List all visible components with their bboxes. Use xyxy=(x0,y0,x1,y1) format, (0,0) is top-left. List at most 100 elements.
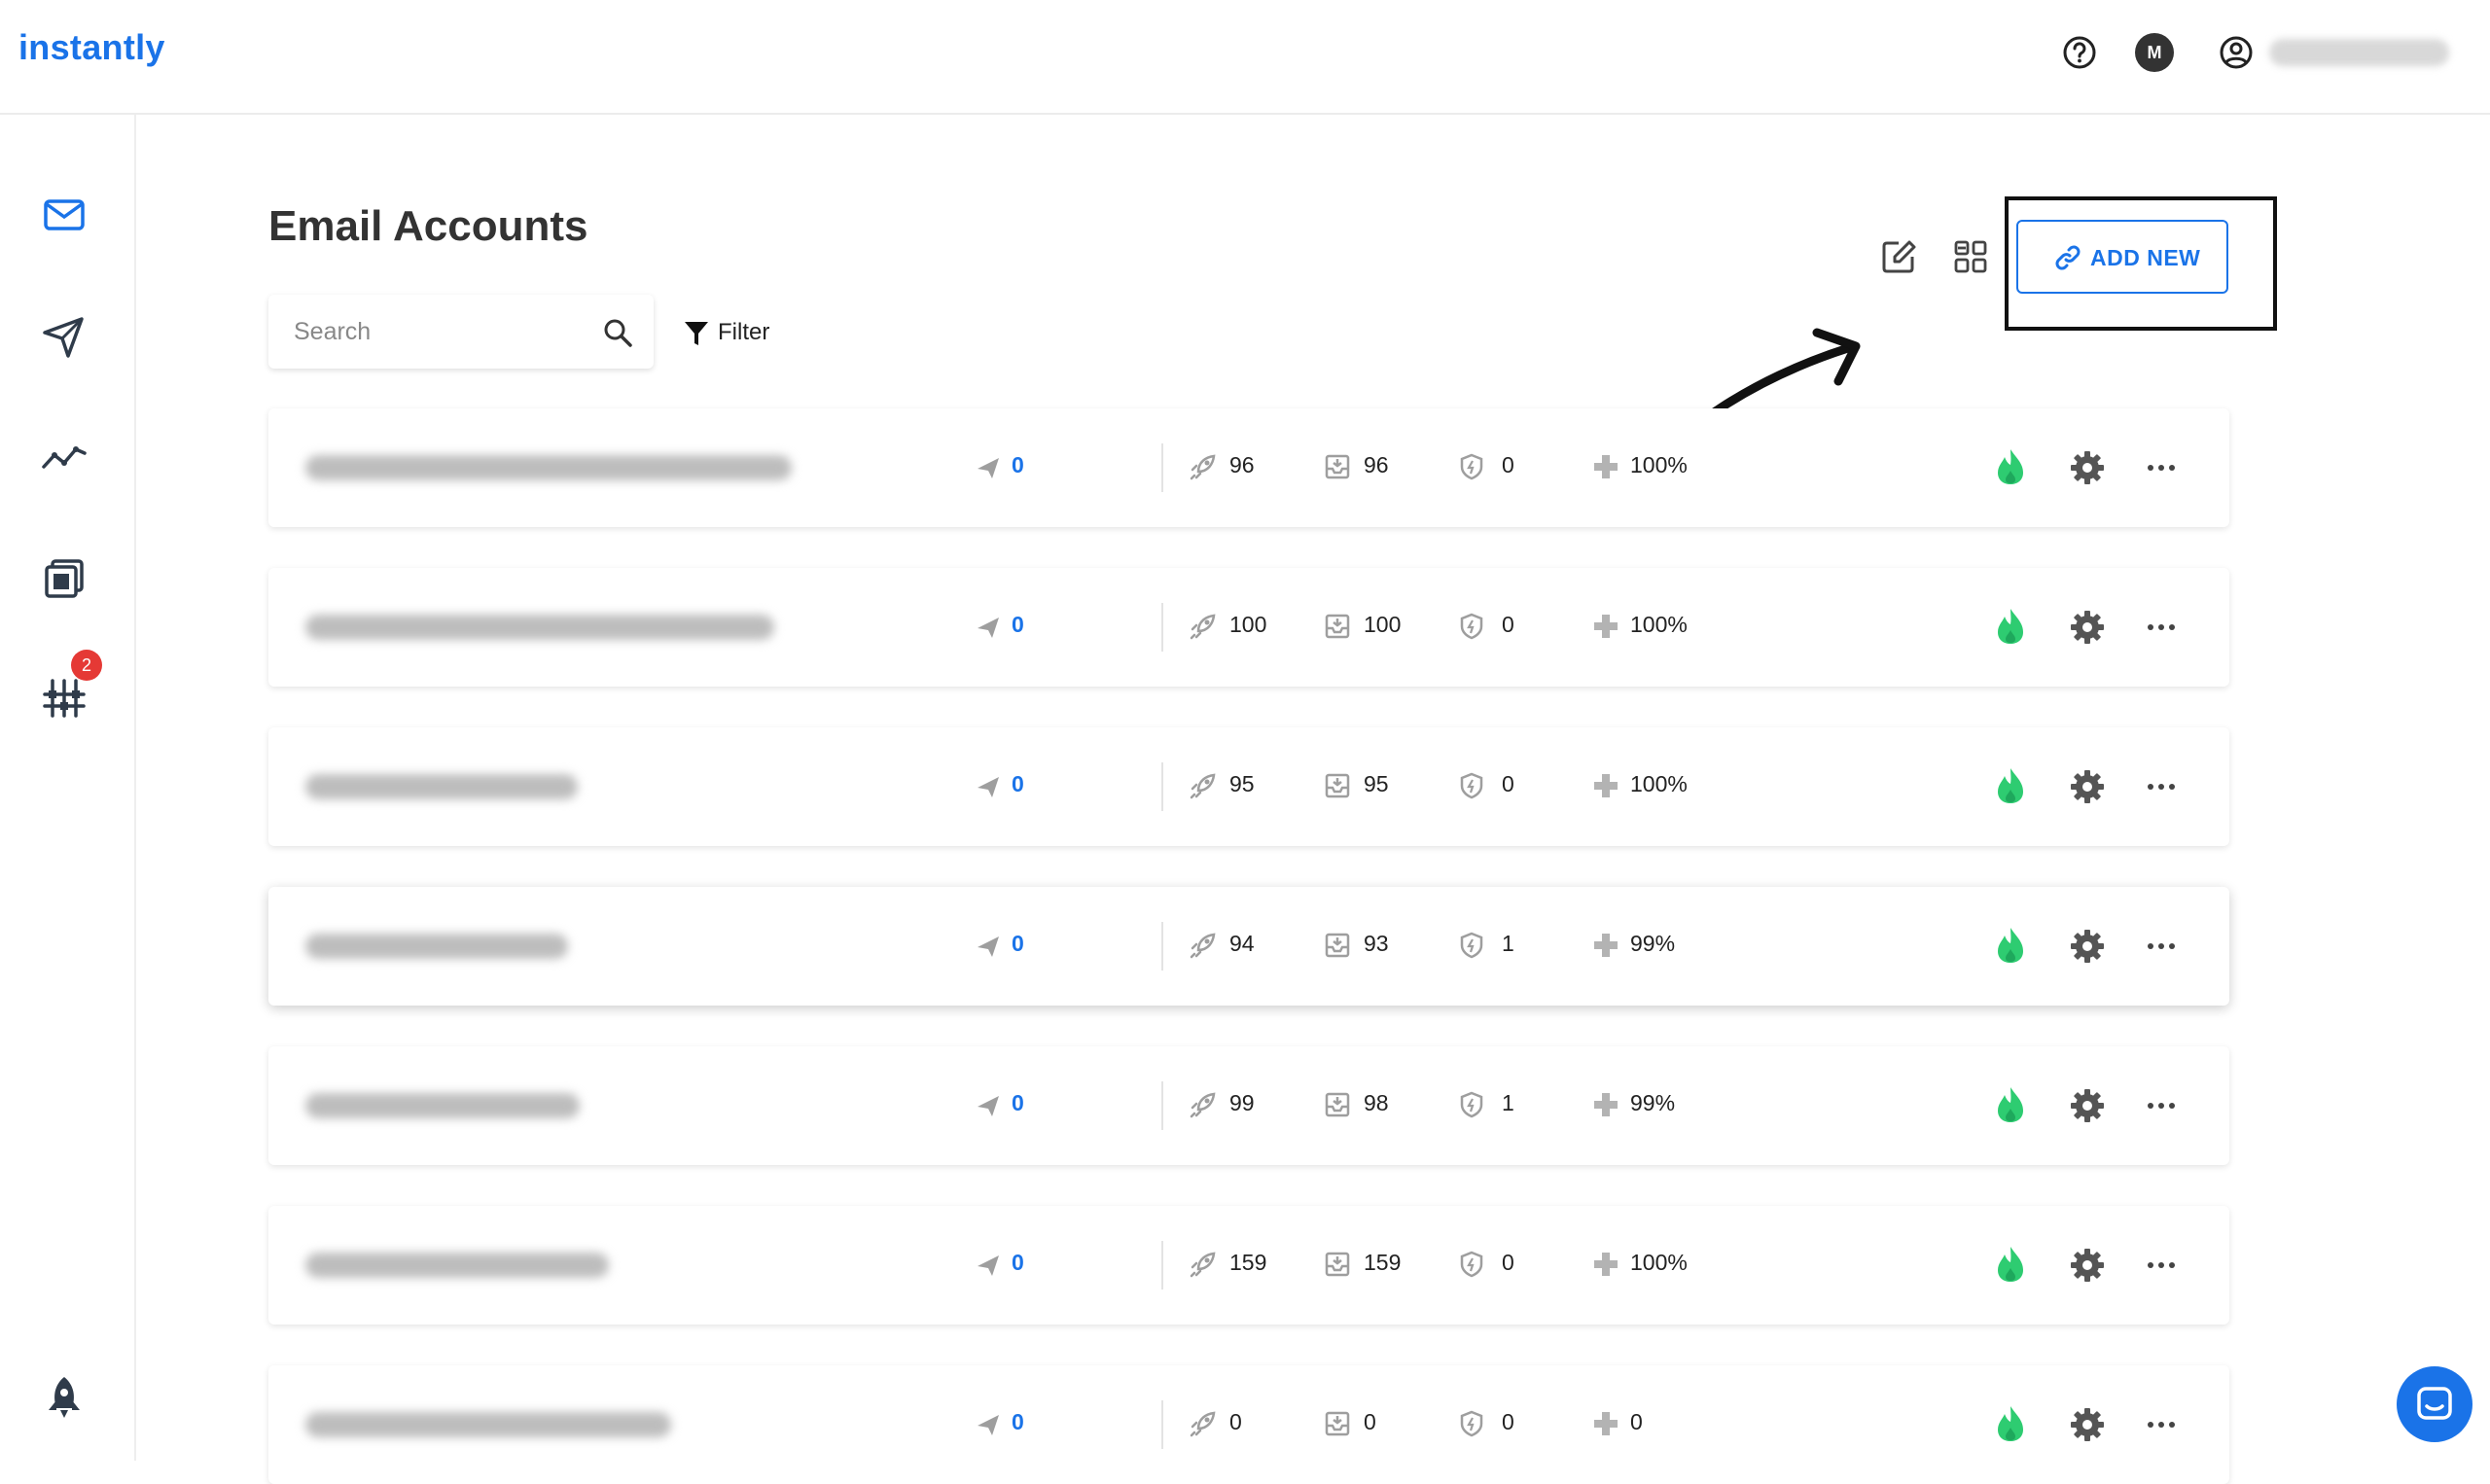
more-options-icon[interactable] xyxy=(2146,932,2177,961)
warmup-sent-count: 159 xyxy=(1229,1250,1267,1275)
account-email[interactable] xyxy=(305,615,774,640)
app-logo[interactable]: instantly xyxy=(18,27,165,68)
inbox-count: 98 xyxy=(1364,1090,1389,1115)
warmup-fire-icon[interactable] xyxy=(1994,1245,2027,1284)
emails-sent-count: 0 xyxy=(1012,612,1024,637)
health-score: 99% xyxy=(1630,1090,1676,1115)
trend-icon[interactable] xyxy=(39,432,89,482)
emails-sent-count: 0 xyxy=(1012,1090,1024,1115)
more-options-icon[interactable] xyxy=(2146,453,2177,482)
mail-icon[interactable] xyxy=(39,190,89,240)
warmup-rocket-icon xyxy=(1190,454,1216,480)
spam-count: 0 xyxy=(1502,771,1514,796)
account-row[interactable]: 0 99 98 1 99% xyxy=(268,1046,2229,1165)
health-score: 100% xyxy=(1630,1250,1688,1275)
spam-shield-icon xyxy=(1460,1410,1483,1437)
send-icon xyxy=(978,1415,999,1435)
warmup-fire-icon[interactable] xyxy=(1994,607,2027,646)
annotation-highlight-box xyxy=(2005,196,2277,331)
account-email[interactable] xyxy=(305,934,568,959)
health-plus-icon xyxy=(1594,1412,1618,1435)
spam-count: 0 xyxy=(1502,612,1514,637)
gear-icon[interactable] xyxy=(2070,1248,2105,1283)
help-icon[interactable] xyxy=(2060,33,2099,72)
account-email[interactable] xyxy=(305,1093,580,1118)
chat-support-button[interactable] xyxy=(2397,1366,2472,1442)
health-plus-icon xyxy=(1594,934,1618,957)
account-email[interactable] xyxy=(305,455,792,480)
warmup-sent-count: 99 xyxy=(1229,1090,1255,1115)
account-email[interactable] xyxy=(305,774,578,799)
warmup-fire-icon[interactable] xyxy=(1994,1085,2027,1124)
more-options-icon[interactable] xyxy=(2146,613,2177,642)
rocket-icon[interactable] xyxy=(39,1371,89,1422)
account-row[interactable]: 0 0 0 0 0 xyxy=(268,1365,2229,1484)
account-email[interactable] xyxy=(305,1253,609,1278)
inbox-icon xyxy=(1325,454,1350,479)
spam-shield-icon xyxy=(1460,1091,1483,1118)
inbox-stack-icon[interactable] xyxy=(39,552,89,603)
edit-icon[interactable] xyxy=(1879,237,1918,276)
filter-icon xyxy=(685,322,708,345)
warmup-rocket-icon xyxy=(1190,773,1216,799)
warmup-fire-icon[interactable] xyxy=(1994,1404,2027,1443)
more-options-icon[interactable] xyxy=(2146,1251,2177,1280)
spam-count: 0 xyxy=(1502,1250,1514,1275)
inbox-count: 93 xyxy=(1364,931,1389,956)
send-icon xyxy=(978,618,999,638)
more-options-icon[interactable] xyxy=(2146,772,2177,801)
more-options-icon[interactable] xyxy=(2146,1410,2177,1439)
health-plus-icon xyxy=(1594,774,1618,797)
inbox-count: 159 xyxy=(1364,1250,1402,1275)
gear-icon[interactable] xyxy=(2070,929,2105,964)
warmup-sent-count: 94 xyxy=(1229,931,1255,956)
spam-shield-icon xyxy=(1460,1251,1483,1278)
emails-sent-count: 0 xyxy=(1012,771,1024,796)
search-icon[interactable] xyxy=(601,316,634,349)
health-plus-icon xyxy=(1594,455,1618,478)
warmup-rocket-icon xyxy=(1190,1411,1216,1437)
account-row[interactable]: 0 159 159 0 100% xyxy=(268,1206,2229,1325)
spam-shield-icon xyxy=(1460,772,1483,799)
warmup-rocket-icon xyxy=(1190,614,1216,640)
warmup-fire-icon[interactable] xyxy=(1994,926,2027,965)
health-plus-icon xyxy=(1594,1253,1618,1276)
health-score: 0 xyxy=(1630,1409,1643,1434)
gear-icon[interactable] xyxy=(2070,610,2105,645)
warmup-rocket-icon xyxy=(1190,1092,1216,1118)
account-email[interactable] xyxy=(305,1412,671,1437)
spam-count: 1 xyxy=(1502,1090,1514,1115)
send-icon[interactable] xyxy=(39,311,89,362)
user-profile-icon[interactable] xyxy=(2217,33,2256,72)
grid-view-icon[interactable] xyxy=(1951,237,1990,276)
account-row[interactable]: 0 96 96 0 100% xyxy=(268,408,2229,527)
username-blurred[interactable] xyxy=(2269,39,2449,66)
inbox-count: 100 xyxy=(1364,612,1402,637)
search-input[interactable]: Search xyxy=(268,295,654,369)
account-row[interactable]: 0 94 93 1 99% xyxy=(268,887,2229,1006)
gear-icon[interactable] xyxy=(2070,450,2105,485)
health-plus-icon xyxy=(1594,615,1618,638)
account-row[interactable]: 0 100 100 0 100% xyxy=(268,568,2229,687)
spam-shield-icon xyxy=(1460,613,1483,640)
health-score: 99% xyxy=(1630,931,1676,956)
emails-sent-count: 0 xyxy=(1012,1250,1024,1275)
warmup-fire-icon[interactable] xyxy=(1994,447,2027,486)
divider xyxy=(1161,922,1163,971)
gear-icon[interactable] xyxy=(2070,1407,2105,1442)
inbox-icon xyxy=(1325,773,1350,798)
health-plus-icon xyxy=(1594,1093,1618,1116)
warmup-sent-count: 0 xyxy=(1229,1409,1242,1434)
gear-icon[interactable] xyxy=(2070,769,2105,804)
account-row[interactable]: 0 95 95 0 100% xyxy=(268,727,2229,846)
warmup-fire-icon[interactable] xyxy=(1994,766,2027,805)
spam-shield-icon xyxy=(1460,932,1483,959)
workspace-avatar[interactable]: M xyxy=(2135,33,2174,72)
filter-label: Filter xyxy=(718,319,770,345)
inbox-count: 95 xyxy=(1364,771,1389,796)
gear-icon[interactable] xyxy=(2070,1088,2105,1123)
more-options-icon[interactable] xyxy=(2146,1091,2177,1120)
sliders-icon[interactable] xyxy=(39,673,89,724)
search-placeholder: Search xyxy=(294,318,372,345)
divider xyxy=(1161,762,1163,811)
